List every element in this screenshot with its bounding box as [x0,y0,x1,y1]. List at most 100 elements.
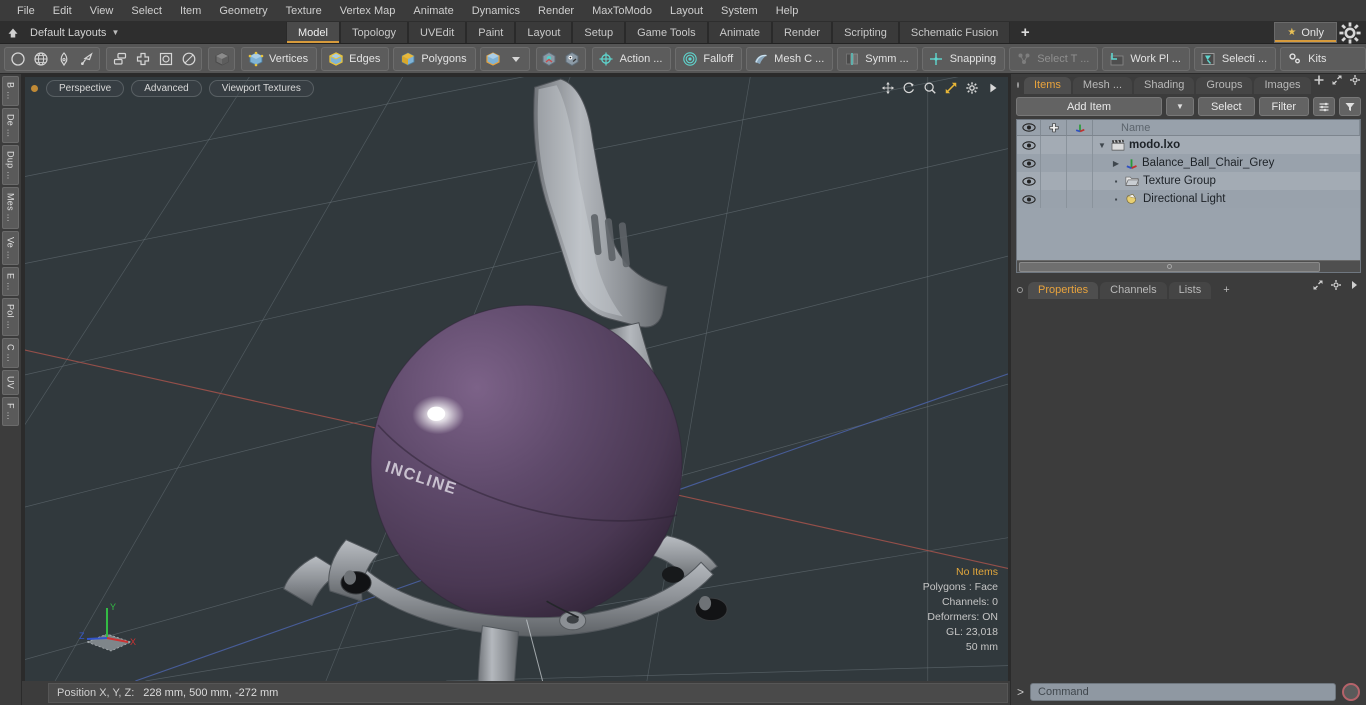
tab-add-properties[interactable]: + [1213,282,1239,299]
row-eye-icon[interactable] [1017,136,1041,154]
cube-items-icon[interactable] [482,48,505,70]
row-lock-cell[interactable] [1041,154,1067,172]
tree-item-directional-light[interactable]: ▪ Directional Light [1093,190,1360,208]
item-tree[interactable]: Name ▼ modo.lxo ▶ Balance_Ball_Chair_Gre… [1016,119,1361,273]
table-row[interactable]: ▪ Texture Group [1017,172,1360,190]
tab-properties[interactable]: Properties [1028,282,1099,299]
popout-icon[interactable] [1331,73,1343,91]
falloff-button[interactable]: Falloff [675,46,743,71]
globe-select-icon[interactable] [29,48,52,70]
left-tab-edge[interactable]: E ... [2,266,19,297]
popout-icon[interactable] [1312,278,1324,296]
funnel-icon[interactable] [1339,97,1361,116]
select-through-button[interactable]: Select T ... [1009,46,1099,71]
left-tab-deform[interactable]: De ... [2,107,19,143]
filter-button[interactable]: Filter [1258,97,1309,116]
snapping-button[interactable]: Snapping [921,46,1006,71]
gear-icon[interactable] [1330,278,1342,296]
viewport-shading-selector[interactable]: Advanced [131,79,202,97]
perspective-viewport[interactable]: INCLINE Perspective Advanced Viewport Te… [25,77,1008,681]
cube-snap-b-icon[interactable] [561,48,584,70]
add-item-button[interactable]: Add Item [1016,97,1162,116]
command-input[interactable]: Command [1030,683,1336,701]
pan-icon[interactable] [881,81,895,100]
row-eye-icon[interactable] [1017,154,1041,172]
left-tab-polygon[interactable]: Pol ... [2,298,19,336]
row-axis-cell[interactable] [1067,154,1093,172]
row-axis-cell[interactable] [1067,136,1093,154]
rotate-icon[interactable] [177,48,200,70]
tab-topology[interactable]: Topology [339,22,409,43]
tab-mesh-ops[interactable]: Mesh ... [1072,77,1133,94]
cube-snap-a-icon[interactable] [538,48,561,70]
table-row[interactable]: ▪ Directional Light [1017,190,1360,208]
item-tree-horizontal-scrollbar[interactable] [1017,260,1360,272]
menu-item-vertex-map[interactable]: Vertex Map [331,3,405,19]
left-tab-fusion[interactable]: F ... [2,396,19,426]
scale-icon[interactable] [154,48,177,70]
mesh-constraint-button[interactable]: Mesh C ... [746,46,834,71]
twirl-closed-icon[interactable]: ▶ [1111,159,1121,168]
tab-layout[interactable]: Layout [515,22,573,43]
menu-item-help[interactable]: Help [767,3,808,19]
tab-model[interactable]: Model [286,22,340,43]
row-lock-cell[interactable] [1041,136,1067,154]
menu-item-system[interactable]: System [712,3,767,19]
menu-item-geometry[interactable]: Geometry [210,3,276,19]
kits-button[interactable]: Kits [1280,46,1366,71]
left-tab-vertex[interactable]: Ve ... [2,230,19,265]
tab-scripting[interactable]: Scripting [832,22,899,43]
row-eye-icon[interactable] [1017,190,1041,208]
list-options-icon[interactable] [1313,97,1335,116]
add-tab-button[interactable]: + [1010,22,1040,43]
tab-lists[interactable]: Lists [1168,282,1212,299]
symmetry-button[interactable]: Symm ... [837,46,918,71]
left-tab-basic[interactable]: B ... [2,76,19,106]
move-icon[interactable] [131,48,154,70]
items-chevron-down-icon[interactable] [505,48,528,70]
lasso-select-icon[interactable] [75,48,98,70]
pen-select-icon[interactable] [52,48,75,70]
menu-item-file[interactable]: File [8,3,44,19]
left-tab-duplicate[interactable]: Dup ... [2,144,19,186]
circle-select-icon[interactable] [6,48,29,70]
home-icon[interactable] [0,22,26,43]
select-button[interactable]: Select [1197,97,1255,116]
expand-arrow-icon[interactable] [986,81,1000,100]
chevron-right-icon[interactable] [1348,278,1360,296]
row-eye-icon[interactable] [1017,172,1041,190]
component-polygons-button[interactable]: Polygons [393,46,476,71]
selection-set-button[interactable]: Selecti ... [1193,46,1277,71]
tab-render[interactable]: Render [771,22,833,43]
tree-item-mesh[interactable]: ▶ Balance_Ball_Chair_Grey [1093,154,1360,172]
row-lock-cell[interactable] [1041,172,1067,190]
menu-item-edit[interactable]: Edit [44,3,81,19]
twirl-open-icon[interactable]: ▼ [1097,141,1107,150]
layout-preset-selector[interactable]: Default Layouts ▼ [26,22,286,43]
menu-item-maxtomodo[interactable]: MaxToModo [583,3,661,19]
row-axis-cell[interactable] [1067,172,1093,190]
tab-uvedit[interactable]: UVEdit [408,22,467,43]
tab-paint[interactable]: Paint [466,22,516,43]
left-tab-uv[interactable]: UV [2,369,19,395]
tree-item-texture-group[interactable]: ▪ Texture Group [1093,172,1360,190]
work-plane-button[interactable]: Work Pl ... [1102,46,1190,71]
tab-channels[interactable]: Channels [1100,282,1167,299]
only-toggle-button[interactable]: ★ Only [1274,22,1337,43]
menu-item-dynamics[interactable]: Dynamics [463,3,529,19]
table-row[interactable]: ▼ modo.lxo [1017,136,1360,154]
tab-shading[interactable]: Shading [1134,77,1195,94]
tab-items[interactable]: Items [1024,77,1071,94]
left-tab-curve[interactable]: C ... [2,337,19,368]
viewport-textures-selector[interactable]: Viewport Textures [208,79,314,97]
tab-animate[interactable]: Animate [707,22,772,43]
fit-view-icon[interactable] [944,81,958,100]
tab-schematic-fusion[interactable]: Schematic Fusion [898,22,1011,43]
tab-game-tools[interactable]: Game Tools [625,22,708,43]
menu-item-item[interactable]: Item [171,3,210,19]
stack-icon[interactable] [108,48,131,70]
zoom-magnifier-icon[interactable] [923,81,937,100]
viewport-projection-selector[interactable]: Perspective [46,79,125,97]
gear-icon[interactable] [1349,73,1361,91]
viewport-gear-icon[interactable] [965,81,979,100]
